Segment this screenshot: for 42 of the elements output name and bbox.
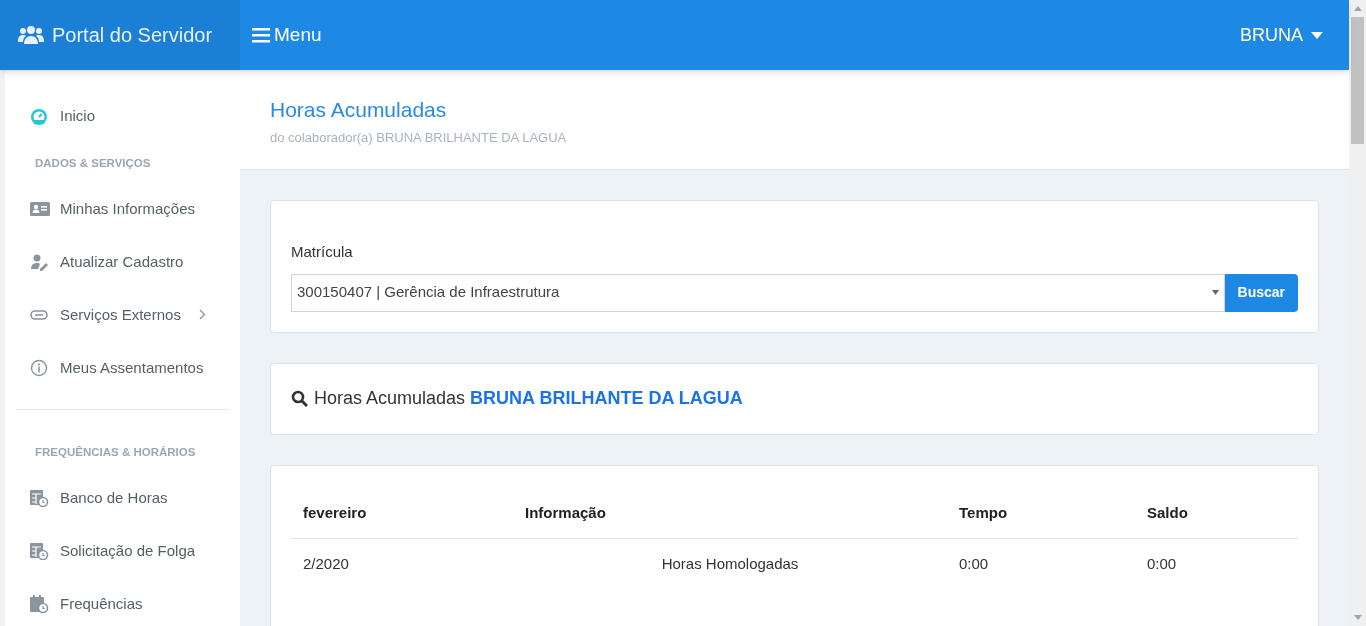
table-cell: 0:00 [1135,538,1298,590]
page-title: Horas Acumuladas [270,97,448,123]
gauge-icon [30,107,50,126]
table-cell: Horas Homologadas [513,538,947,590]
users-icon [18,26,44,44]
field-label: Matrícula [291,242,354,262]
table-cell: 0:00 [947,538,1135,590]
result-title: Horas Acumuladas BRUNA BRILHANTE DA LAGUA [314,387,743,410]
column-header: Tempo [947,487,1135,539]
calendar-clock-icon [30,595,50,613]
menu-button[interactable]: Menu [240,0,334,70]
table-clock-icon [30,542,50,560]
sidebar-item[interactable]: Atualizar Cadastro [15,235,230,289]
caret-icon [1311,31,1323,39]
search-icon [291,390,308,407]
page-subtitle: do colaborador(a) BRUNA BRILHANTE DA LAGUA [270,128,568,147]
sidebar-item[interactable]: Solicitação de Folga [15,524,230,578]
table-cell: 2/2020 [291,538,513,590]
sidebar-item[interactable]: Meus Assentamentos [15,341,230,395]
arrow-up-icon [1353,6,1362,11]
sidebar-item[interactable]: Frequências [15,577,230,626]
table-clock-icon [30,489,50,507]
menu-icon [252,27,270,43]
column-header: Saldo [1135,487,1298,539]
id-card-icon [30,199,50,218]
app-title: Portal do Servidor [52,23,213,48]
user-edit-icon [30,252,50,271]
sidebar-item[interactable]: Minhas Informações [15,182,230,236]
search-button[interactable]: Buscar [1224,273,1298,312]
sidebar-heading: FREQUÊNCIAS & HORÁRIOS [34,445,197,461]
sidebar-item[interactable]: Inicio [15,90,230,143]
scrollbar-thumb[interactable] [1351,17,1364,144]
user-menu[interactable]: BRUNA [1240,0,1349,70]
arrow-down-icon [1353,615,1362,620]
caret-icon [1211,290,1219,295]
sidebar-heading: DADOS & SERVIÇOS [34,156,152,171]
sidebar-item[interactable]: Serviços Externos [15,288,230,342]
column-header: Informação [513,487,947,539]
info-icon [30,358,50,377]
sidebar-item[interactable]: Banco de Horas [15,471,230,525]
select-field[interactable]: 300150407 | Gerência de Infraestrutura [291,273,1225,312]
column-header: fevereiro [291,487,513,539]
